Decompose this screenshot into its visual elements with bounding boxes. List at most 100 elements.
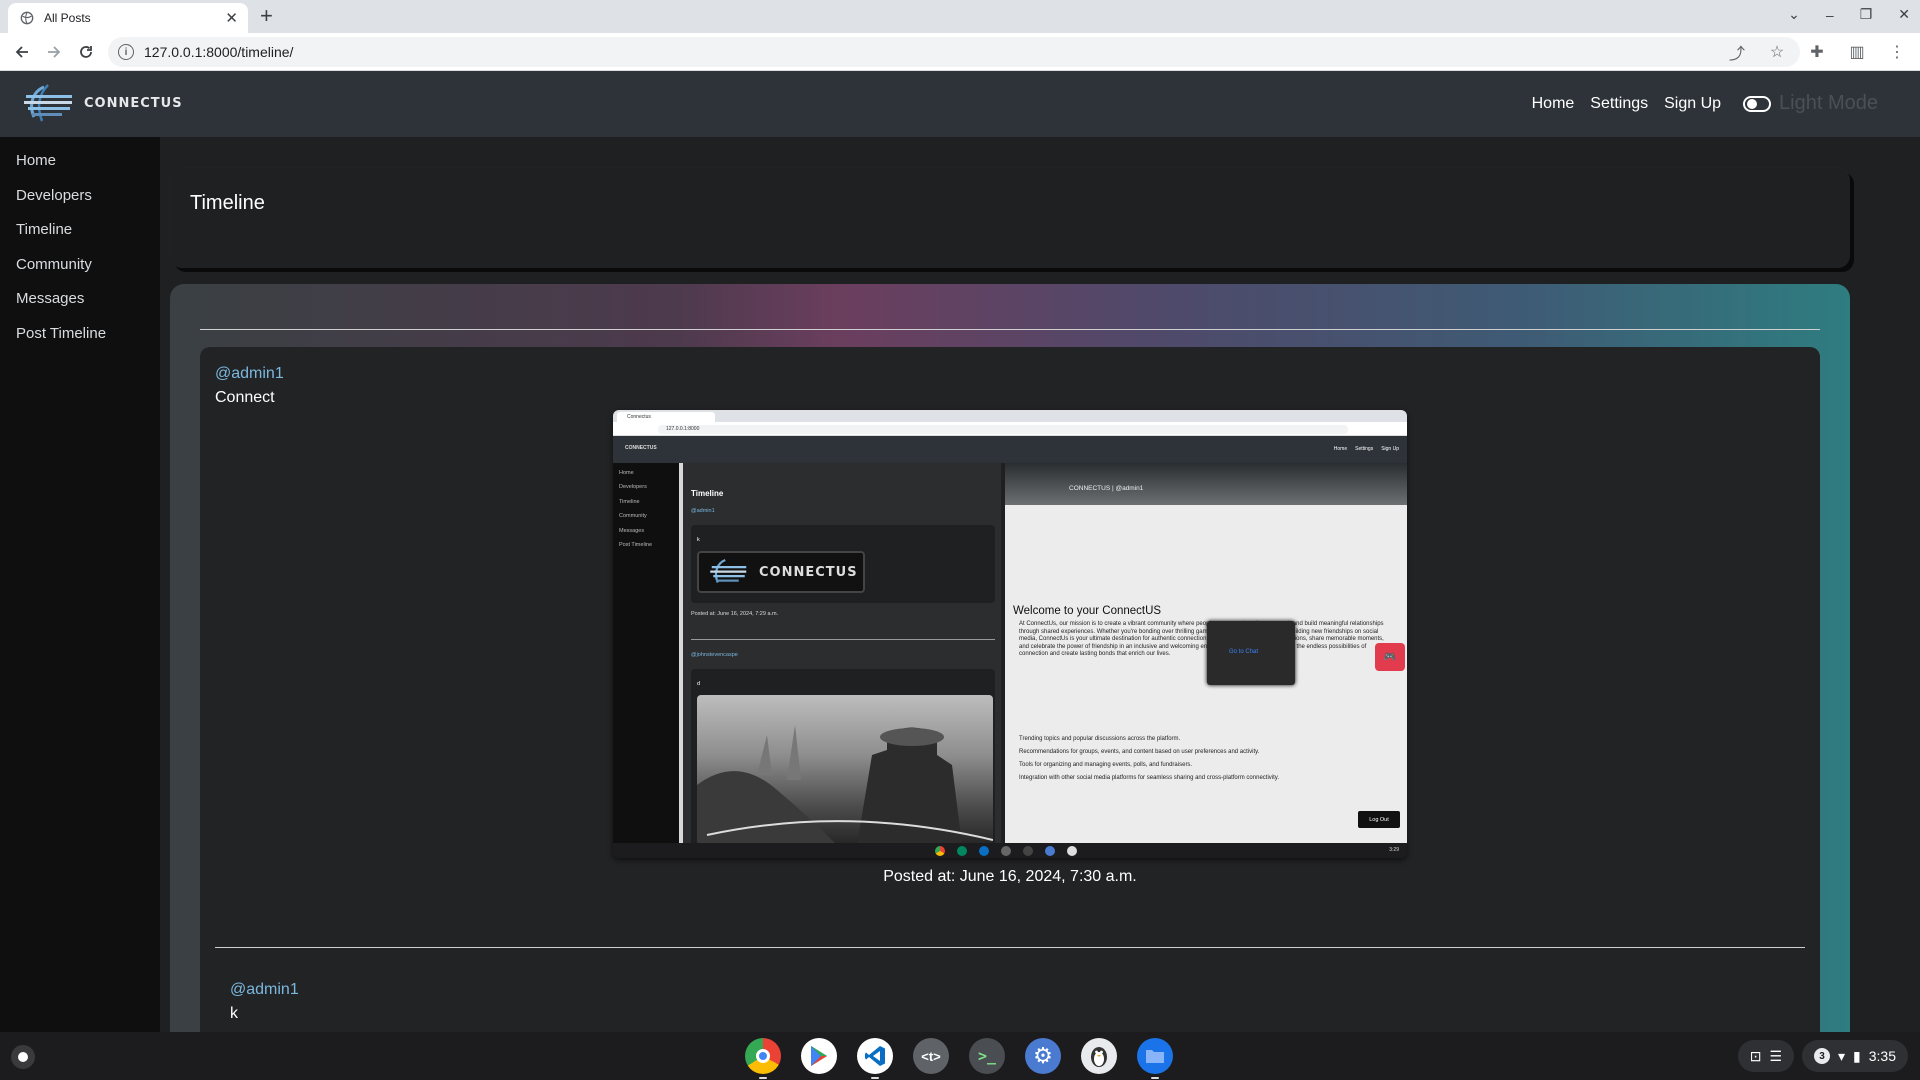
- image-gamepad-icon: 🎮: [1375, 643, 1405, 671]
- nav-home-link[interactable]: Home: [1532, 95, 1575, 113]
- post-card: @admin1 Connect Connectus 127.0.0.1:8000…: [200, 347, 1820, 1044]
- clock: 3:35: [1868, 1048, 1896, 1064]
- sidebar-item-home[interactable]: Home: [0, 144, 160, 179]
- image-os-shelf: 3:29: [613, 843, 1407, 858]
- extensions-icon[interactable]: ✚: [1808, 42, 1826, 62]
- page-title: Timeline: [190, 192, 265, 214]
- image-welcome-paragraph: At ConnectUs, our mission is to create a…: [1019, 621, 1384, 657]
- close-tab-icon[interactable]: ✕: [225, 11, 238, 26]
- post-text: Connect: [215, 389, 275, 406]
- image-post-author: @admin1: [691, 508, 715, 514]
- play-store-icon[interactable]: [801, 1038, 837, 1074]
- image-header-nav: Home Settings Sign Up: [1334, 446, 1399, 452]
- post-timestamp: Posted at: June 16, 2024, 7:30 a.m.: [883, 868, 1137, 885]
- divider: [691, 639, 995, 640]
- post-text: k: [230, 1005, 238, 1022]
- sidebar: Home Developers Timeline Community Messa…: [0, 137, 160, 1032]
- image-sidebar-item: Messages: [619, 527, 645, 534]
- launcher-icon[interactable]: [11, 1045, 35, 1069]
- image-clock: 3:29: [1389, 847, 1399, 853]
- close-window-icon[interactable]: ✕: [1898, 6, 1910, 23]
- image-feature-item: Trending topics and popular discussions …: [1019, 736, 1181, 742]
- timeline-feed: @admin1 Connect Connectus 127.0.0.1:8000…: [170, 284, 1850, 1044]
- more-menu-icon[interactable]: ⋮: [1888, 42, 1906, 62]
- back-icon[interactable]: [12, 42, 32, 62]
- image-post-card: k CONNECTUS: [691, 525, 995, 603]
- sidebar-item-community[interactable]: Community: [0, 248, 160, 283]
- image-nav-home: Home: [1333, 446, 1348, 452]
- image-browser-tabs: Connectus: [613, 410, 1407, 422]
- divider: [215, 947, 1805, 948]
- connectus-logo-icon: [710, 558, 747, 583]
- window-controls: ⌄ – ❐ ✕: [1788, 6, 1910, 23]
- globe-icon: [20, 11, 34, 25]
- image-browser-toolbar: 127.0.0.1:8000: [613, 422, 1407, 436]
- settings-icon[interactable]: ⚙: [1025, 1038, 1061, 1074]
- pinned-apps: <t> >_ ⚙: [745, 1038, 1173, 1079]
- terminal-icon[interactable]: >_: [969, 1038, 1005, 1074]
- image-post-card: d: [691, 669, 995, 849]
- page-title-card: Timeline: [170, 168, 1850, 268]
- divider: [200, 329, 1820, 330]
- notification-count-badge: 3: [1814, 1048, 1830, 1064]
- image-welcome-brand: CONNECTUS | @admin1: [1069, 485, 1144, 492]
- image-sidebar-item: Home: [619, 470, 634, 476]
- forward-icon[interactable]: [44, 42, 64, 62]
- share-icon[interactable]: ⤴: [1728, 42, 1746, 63]
- address-bar[interactable]: i 127.0.0.1:8000/timeline/: [108, 37, 1800, 67]
- sidebar-item-timeline[interactable]: Timeline: [0, 213, 160, 248]
- nav-signup-link[interactable]: Sign Up: [1664, 95, 1721, 113]
- brand-logo[interactable]: CONNECTUS: [22, 83, 183, 123]
- files-icon[interactable]: [1137, 1038, 1173, 1079]
- image-nav-settings: Settings: [1355, 446, 1374, 452]
- image-sidebar-item: Community: [619, 513, 647, 520]
- image-nav-signup: Sign Up: [1381, 446, 1399, 452]
- dev-tools-icon[interactable]: <t>: [913, 1038, 949, 1074]
- linux-penguin-icon[interactable]: [1081, 1038, 1117, 1074]
- status-area[interactable]: 3 ▾ ▮ 3:35: [1802, 1040, 1908, 1072]
- post-image: Connectus 127.0.0.1:8000 CONNECTUS Home …: [613, 410, 1407, 858]
- image-logo-box: CONNECTUS: [697, 551, 865, 593]
- post-author-link[interactable]: @admin1: [215, 365, 284, 383]
- image-shelf-apps: [935, 846, 1077, 856]
- image-sidebar-item: Developers: [619, 484, 647, 491]
- reload-icon[interactable]: [76, 42, 96, 62]
- image-feature-list: Trending topics and popular discussions …: [1019, 736, 1389, 788]
- image-post-text: d: [697, 681, 701, 687]
- bookmark-star-icon[interactable]: ☆: [1768, 42, 1786, 62]
- sidebar-item-post-timeline[interactable]: Post Timeline: [0, 317, 160, 352]
- image-logout-button: Log Out: [1358, 811, 1400, 828]
- image-linux-icon: [1067, 846, 1077, 856]
- image-post-author: @johnstevencaspe: [691, 652, 738, 658]
- image-sidebar-item: Timeline: [619, 498, 640, 505]
- site-info-icon[interactable]: i: [118, 44, 134, 60]
- chrome-icon[interactable]: [745, 1038, 781, 1079]
- connectus-logo-icon: [24, 84, 72, 122]
- image-timeline-panel: Timeline @admin1 k CONNECTUS Posted at: …: [679, 463, 1001, 849]
- os-shelf: <t> >_ ⚙ ⊡ ☰ 3 ▾ ▮ 3:35: [0, 1032, 1920, 1080]
- image-chat-button: Go to Chat: [1229, 649, 1259, 655]
- image-post-time: Posted at: June 16, 2024, 7:29 a.m.: [691, 611, 779, 617]
- image-sidebar-item: Post Timeline: [619, 541, 653, 548]
- restore-icon[interactable]: ❐: [1860, 6, 1873, 23]
- image-artwork: [697, 695, 993, 845]
- sidebar-item-messages[interactable]: Messages: [0, 282, 160, 317]
- theme-toggle[interactable]: [1743, 95, 1772, 112]
- nav-settings-link[interactable]: Settings: [1590, 95, 1648, 113]
- vscode-icon[interactable]: [857, 1038, 893, 1079]
- minimize-icon[interactable]: –: [1826, 7, 1834, 23]
- image-vscode-icon: [979, 846, 989, 856]
- post-author-link[interactable]: @admin1: [230, 981, 299, 999]
- url-text: 127.0.0.1:8000/timeline/: [144, 44, 294, 60]
- image-timeline-title: Timeline: [691, 489, 724, 498]
- theme-mode-label: Light Mode: [1779, 92, 1878, 114]
- tab-search-icon[interactable]: ⌄: [1788, 6, 1800, 23]
- sidebar-item-developers[interactable]: Developers: [0, 179, 160, 214]
- app-header: CONNECTUS Home Settings Sign Up Light Mo…: [0, 71, 1920, 137]
- side-panel-icon[interactable]: ▥: [1848, 42, 1866, 62]
- new-tab-icon[interactable]: +: [260, 5, 273, 27]
- browser-tab[interactable]: All Posts ✕: [8, 3, 248, 33]
- phone-hub-tray[interactable]: ⊡ ☰: [1737, 1040, 1794, 1072]
- image-app-header: CONNECTUS Home Settings Sign Up: [613, 436, 1407, 463]
- battery-icon: ▮: [1853, 1047, 1861, 1064]
